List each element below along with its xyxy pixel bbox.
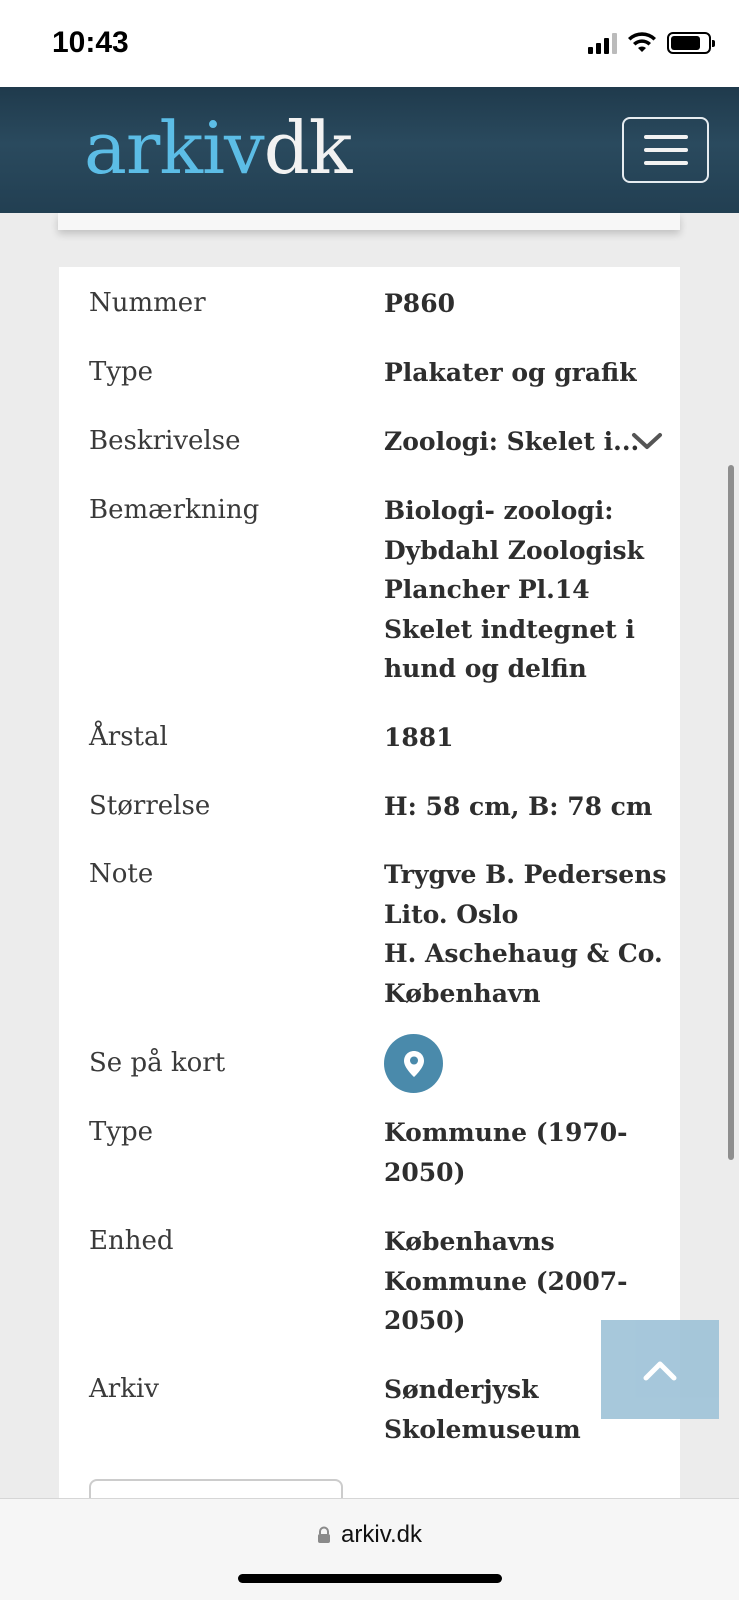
site-logo[interactable]: arkivdk [84,112,352,184]
status-time: 10:43 [52,26,129,59]
browser-url-bar[interactable]: arkiv.dk [0,1498,739,1600]
detail-value: 1881 [384,723,454,752]
detail-label: Arkiv [89,1374,159,1404]
detail-label: Nummer [89,288,206,318]
chevron-up-icon [643,1361,677,1380]
detail-label: Note [89,859,154,889]
detail-value: Plakater og grafik [384,358,637,387]
chevron-down-icon[interactable] [631,430,663,452]
url-text: arkiv.dk [341,1521,422,1548]
detail-label: Type [89,1117,154,1147]
url-display[interactable]: arkiv.dk [0,1521,739,1549]
back-to-top-button[interactable] [601,1320,719,1419]
note-line: Trygve B. Pedersens Lito. Oslo [384,860,667,929]
record-details-card: Nummer P860 Type Plakater og grafik Besk… [59,267,680,1600]
logo-text-dk: dk [263,106,353,190]
status-bar: 10:43 [0,0,739,87]
detail-label: Se på kort [89,1048,226,1078]
battery-icon [667,32,715,54]
detail-value: Kommune (1970-2050) [384,1118,628,1187]
detail-value: P860 [384,289,455,318]
menu-button[interactable] [622,117,709,183]
previous-card-edge [58,213,680,230]
wifi-icon [628,32,656,52]
detail-label: Årstal [89,722,168,752]
detail-label: Type [89,357,154,387]
detail-label: Bemærkning [89,495,260,525]
detail-label: Beskrivelse [89,426,241,456]
map-pin-icon [403,1050,424,1077]
detail-value: Trygve B. Pedersens Lito. Oslo H. Ascheh… [384,855,669,1013]
home-indicator[interactable] [238,1574,502,1583]
cellular-signal-icon [588,32,617,54]
detail-value: H: 58 cm, B: 78 cm [384,792,653,821]
hamburger-menu-icon [643,135,688,139]
note-line: H. Aschehaug & Co. København [384,939,663,1008]
lock-icon [318,1526,331,1543]
scrollbar[interactable] [728,465,734,1160]
detail-label: Enhed [89,1226,174,1256]
detail-value[interactable]: Zoologi: Skelet i... [384,422,669,462]
logo-text-arkiv: arkiv [84,106,265,190]
detail-label: Størrelse [89,791,211,821]
status-icons [588,32,715,54]
map-button[interactable] [384,1034,443,1093]
detail-value: Biologi- zoologi: Dybdahl Zoologisk Plan… [384,496,644,683]
